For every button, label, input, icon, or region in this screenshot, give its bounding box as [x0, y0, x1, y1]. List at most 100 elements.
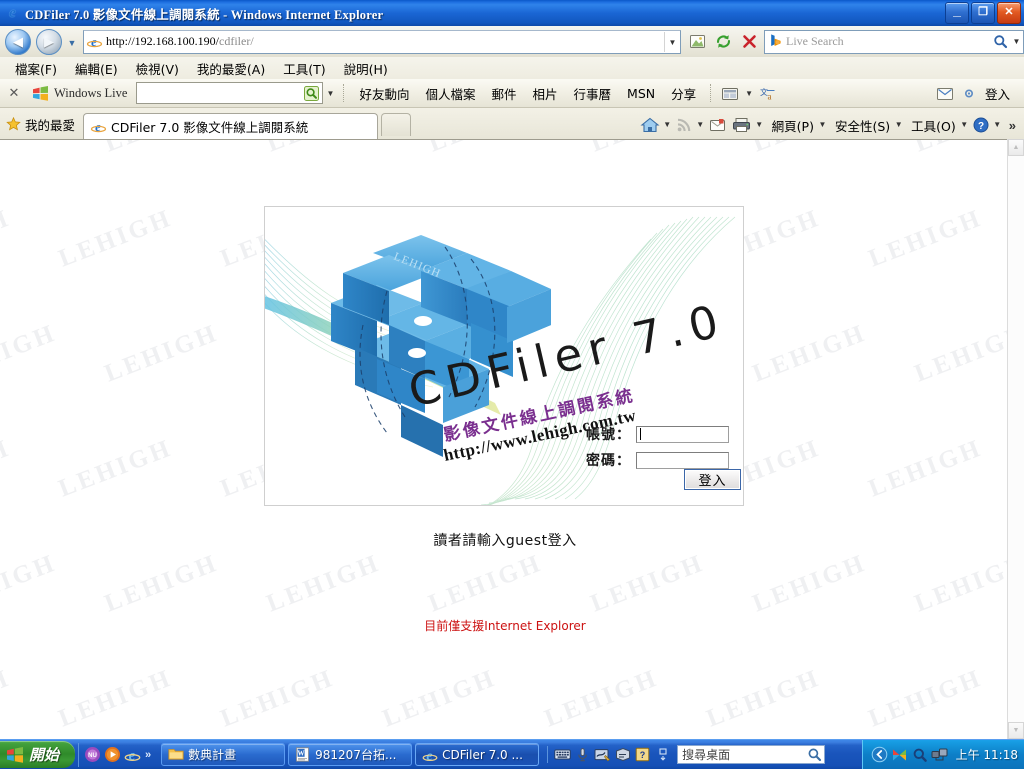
taskbar-item-folder[interactable]: 數典計畫	[161, 743, 286, 766]
ime-pad-icon[interactable]	[614, 746, 631, 763]
print-dropdown-icon[interactable]: ▼	[754, 114, 765, 136]
help-dropdown-icon[interactable]: ▼	[992, 114, 1003, 136]
ie-quicklaunch-icon[interactable]: e	[122, 746, 142, 764]
langbar-options-icon[interactable]	[654, 746, 671, 763]
safety-dropdown-icon[interactable]: ▼	[893, 114, 904, 136]
search-go-icon[interactable]	[990, 32, 1010, 52]
start-button[interactable]: 開始	[0, 741, 76, 768]
quicklaunch-overflow-icon[interactable]: »	[142, 749, 154, 761]
back-button[interactable]: ◀	[5, 28, 31, 55]
windows-live-brand-label: Windows Live	[54, 85, 128, 100]
live-link-friends[interactable]: 好友動向	[351, 82, 417, 105]
live-search-go-icon[interactable]	[303, 85, 320, 101]
live-settings-icon[interactable]	[957, 83, 981, 103]
live-link-mail[interactable]: 郵件	[483, 82, 524, 105]
live-link-msn[interactable]: MSN	[619, 84, 663, 103]
search-provider-dropdown-icon[interactable]: ▼	[1010, 31, 1023, 53]
live-link-share[interactable]: 分享	[663, 82, 704, 105]
command-overflow-icon[interactable]: »	[1003, 118, 1020, 133]
command-page-menu[interactable]: 網頁(P)	[765, 116, 817, 135]
browser-support-warning: 目前僅支援Internet Explorer	[424, 619, 586, 633]
keyboard-icon[interactable]	[554, 746, 571, 763]
window-controls: _ ❐ ✕	[945, 2, 1021, 24]
command-safety-menu[interactable]: 安全性(S)	[828, 116, 893, 135]
desktop-search-icon[interactable]	[804, 747, 824, 762]
taskbar-item-cdfiler[interactable]: e CDFiler 7.0 ...	[415, 743, 540, 766]
tray-expand-icon[interactable]	[871, 746, 889, 764]
handwriting-pad-icon[interactable]	[594, 746, 611, 763]
address-bar[interactable]: e http://192.168.100.190/cdfiler/ ▼	[83, 29, 681, 54]
browser-tab-cdfiler[interactable]: e CDFiler 7.0 影像文件線上調閱系統	[83, 113, 379, 139]
history-dropdown-icon[interactable]: ▼	[65, 31, 79, 53]
live-link-profile[interactable]: 個人檔案	[417, 82, 483, 105]
menu-item-file[interactable]: 檔案(F)	[6, 57, 66, 80]
window-title: CDFiler 7.0 影像文件線上調閱系統 - Windows Interne…	[25, 7, 384, 22]
password-row: 密碼：	[586, 450, 729, 470]
menu-item-favorites[interactable]: 我的最愛(A)	[188, 57, 274, 80]
scrollbar-track[interactable]	[1008, 156, 1024, 722]
windows-flag-icon	[6, 746, 24, 763]
forward-button[interactable]: ▶	[36, 28, 62, 55]
command-tools-menu[interactable]: 工具(O)	[904, 116, 959, 135]
menu-item-view[interactable]: 檢視(V)	[127, 57, 188, 80]
password-input[interactable]	[636, 451, 729, 469]
star-icon	[6, 116, 21, 131]
toolbar-separator	[343, 84, 345, 102]
live-link-photos[interactable]: 相片	[525, 82, 566, 105]
windows-logo-icon	[32, 85, 49, 101]
scroll-up-button[interactable]: ▲	[1008, 139, 1024, 156]
home-icon[interactable]	[638, 114, 662, 136]
desktop-search-box[interactable]: 搜尋桌面	[677, 745, 826, 764]
maximize-restore-button[interactable]: ❐	[971, 2, 995, 24]
browser-search-box[interactable]: Live Search ▼	[764, 29, 1024, 54]
system-tray: 上午 11:18	[861, 740, 1024, 769]
stop-icon[interactable]	[737, 30, 761, 54]
vertical-scrollbar[interactable]: ▲ ▼	[1007, 139, 1024, 739]
minimize-button[interactable]: _	[945, 2, 969, 24]
account-input[interactable]	[636, 425, 729, 443]
taskbar-item-word-doc[interactable]: W 981207台拓...	[288, 743, 413, 766]
msn-butterfly-icon[interactable]	[891, 746, 909, 764]
print-icon[interactable]	[729, 114, 754, 136]
address-dropdown-icon[interactable]: ▼	[664, 31, 680, 52]
taskbar-item-label: CDFiler 7.0 ...	[442, 747, 523, 762]
help-icon[interactable]: ?	[970, 114, 992, 136]
layout-dropdown-icon[interactable]: ▼	[742, 89, 756, 98]
favorites-button[interactable]: 我的最愛	[0, 112, 83, 136]
menu-item-edit[interactable]: 編輯(E)	[66, 57, 127, 80]
svg-text:?: ?	[640, 750, 646, 760]
menu-item-help[interactable]: 說明(H)	[335, 57, 397, 80]
microphone-icon[interactable]	[574, 746, 591, 763]
task-buttons: 數典計畫 W 981207台拓... e CDFiler 7.0 ...	[161, 743, 540, 766]
rss-feeds-icon[interactable]	[673, 114, 695, 136]
layout-toggle-icon[interactable]	[718, 83, 742, 103]
tools-dropdown-icon[interactable]: ▼	[959, 114, 970, 136]
account-row: 帳號：	[586, 424, 729, 444]
read-mail-icon[interactable]	[706, 114, 729, 136]
live-link-calendar[interactable]: 行事曆	[566, 82, 620, 105]
compatibility-view-icon[interactable]	[685, 30, 709, 54]
refresh-icon[interactable]	[711, 30, 735, 54]
close-button[interactable]: ✕	[997, 2, 1021, 24]
menu-item-tools[interactable]: 工具(T)	[274, 57, 334, 80]
compose-icon[interactable]	[933, 83, 957, 103]
new-tab-button[interactable]	[381, 113, 412, 136]
translate-icon[interactable]: 文 a	[756, 83, 780, 103]
toolbar-separator-2	[710, 84, 712, 102]
live-search-dropdown-icon[interactable]: ▼	[323, 89, 337, 98]
live-search-input[interactable]	[136, 82, 324, 104]
toolbar-close-icon[interactable]: ✕	[4, 85, 24, 101]
menu-bar: 檔案(F) 編輯(E) 檢視(V) 我的最愛(A) 工具(T) 說明(H)	[0, 57, 1024, 79]
desktop-search-tray-icon[interactable]	[911, 746, 929, 764]
home-dropdown-icon[interactable]: ▼	[662, 114, 673, 136]
nu-messenger-icon[interactable]: NU	[82, 746, 102, 764]
login-submit-button[interactable]: 登入	[684, 469, 741, 490]
scroll-down-button[interactable]: ▼	[1008, 722, 1024, 739]
live-login-link[interactable]: 登入	[981, 84, 1020, 103]
page-dropdown-icon[interactable]: ▼	[817, 114, 828, 136]
ime-help-icon[interactable]: ?	[634, 746, 651, 763]
page-favicon-icon: e	[86, 33, 103, 50]
network-icon[interactable]	[931, 746, 949, 764]
bing-logo-icon	[768, 33, 784, 51]
media-player-icon[interactable]	[102, 746, 122, 764]
